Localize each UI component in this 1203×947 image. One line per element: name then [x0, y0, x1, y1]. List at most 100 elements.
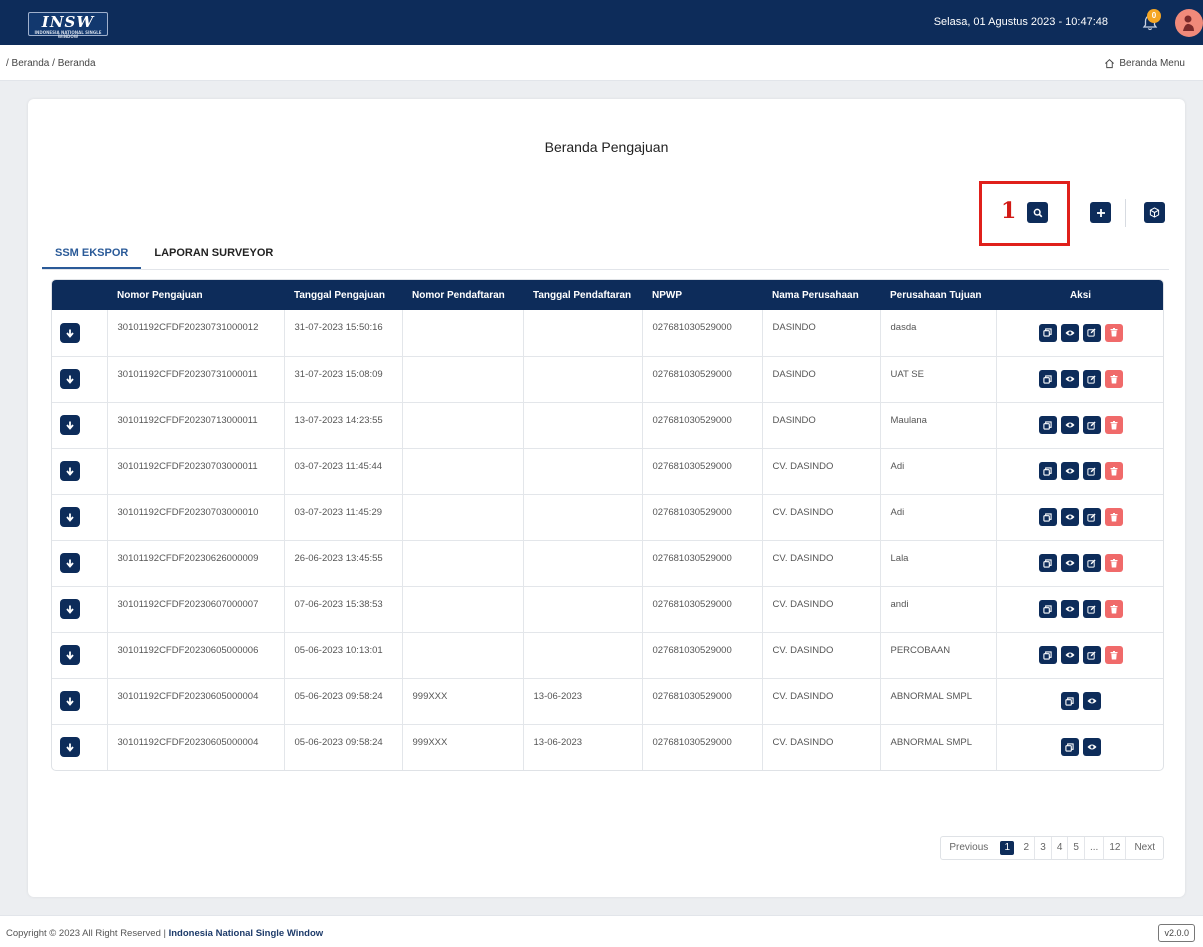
trash-icon	[1110, 558, 1118, 567]
add-button[interactable]	[1090, 202, 1111, 223]
eye-icon	[1087, 698, 1097, 704]
edit-button[interactable]	[1082, 554, 1101, 572]
copy-button[interactable]	[1038, 646, 1057, 664]
cell-aksi	[996, 724, 1163, 770]
edit-button[interactable]	[1082, 646, 1101, 664]
view-button[interactable]	[1060, 416, 1079, 434]
home-menu-link[interactable]: Beranda Menu	[1104, 58, 1185, 69]
col-header-tanggal-pengajuan[interactable]: Tanggal Pengajuan	[284, 280, 402, 310]
copy-button[interactable]	[1038, 600, 1057, 618]
pagination-page-12[interactable]: 12	[1103, 837, 1125, 859]
pagination-page-1[interactable]: 1	[1000, 841, 1015, 855]
copyright-org[interactable]: Indonesia National Single Window	[169, 928, 324, 939]
download-button[interactable]	[60, 322, 80, 343]
trash-icon	[1110, 650, 1118, 659]
download-button[interactable]	[60, 507, 80, 527]
download-button[interactable]	[60, 553, 80, 573]
copy-button[interactable]	[1038, 508, 1057, 526]
view-button[interactable]	[1060, 554, 1079, 572]
copy-button[interactable]	[1038, 370, 1057, 388]
table-row: 30101192CFDF20230703000010 03-07-2023 11:…	[52, 494, 1163, 541]
col-header-nomor-pengajuan[interactable]: Nomor Pengajuan	[107, 280, 284, 310]
cell-tanggal-pendaftaran	[523, 540, 643, 587]
download-button[interactable]	[60, 461, 80, 481]
edit-button[interactable]	[1082, 508, 1101, 526]
tab-laporan-surveyor[interactable]: LAPORAN SURVEYOR	[141, 241, 286, 269]
download-button[interactable]	[60, 415, 80, 435]
cell-nama-perusahaan: DASINDO	[762, 402, 881, 449]
download-button[interactable]	[60, 369, 80, 389]
table-row: 30101192CFDF20230626000009 26-06-2023 13:…	[52, 540, 1163, 587]
delete-button[interactable]	[1104, 416, 1123, 434]
eye-icon	[1065, 376, 1075, 382]
download-button[interactable]	[60, 737, 80, 758]
edit-icon	[1087, 604, 1096, 614]
col-header-npwp[interactable]: NPWP	[642, 280, 762, 310]
pagination-page-5[interactable]: 5	[1067, 837, 1084, 859]
copy-button[interactable]	[1038, 416, 1057, 434]
copy-icon	[1043, 374, 1052, 384]
delete-button[interactable]	[1104, 323, 1123, 342]
trash-icon	[1110, 466, 1118, 475]
annotation-highlight-box	[979, 181, 1070, 246]
col-header-perusahaan-tujuan[interactable]: Perusahaan Tujuan	[880, 280, 996, 310]
copy-icon	[1043, 512, 1052, 522]
insw-logo[interactable]: INSW INDONESIA NATIONAL SINGLE WINDOW	[28, 12, 108, 39]
delete-button[interactable]	[1104, 554, 1123, 572]
cell-nomor-pendaftaran	[402, 356, 524, 403]
copy-button[interactable]	[1038, 462, 1057, 480]
download-button[interactable]	[60, 599, 80, 619]
top-navbar: INSW INDONESIA NATIONAL SINGLE WINDOW Se…	[0, 0, 1203, 45]
view-button[interactable]	[1060, 508, 1079, 526]
copy-button[interactable]	[1060, 738, 1079, 757]
edit-button[interactable]	[1082, 462, 1101, 480]
delete-button[interactable]	[1104, 600, 1123, 618]
view-button[interactable]	[1060, 370, 1079, 388]
home-icon	[1105, 59, 1115, 69]
edit-button[interactable]	[1082, 370, 1101, 388]
cell-nomor-pendaftaran	[402, 632, 524, 679]
pagination-page-2[interactable]: 2	[1018, 837, 1034, 859]
package-button[interactable]	[1144, 202, 1165, 223]
view-button[interactable]	[1082, 738, 1101, 757]
table-row: 30101192CFDF20230731000012 31-07-2023 15:…	[52, 310, 1163, 357]
download-button[interactable]	[60, 645, 80, 665]
breadcrumb[interactable]: / Beranda / Beranda	[6, 58, 96, 69]
view-button[interactable]	[1060, 462, 1079, 480]
col-header-nomor-pendaftaran[interactable]: Nomor Pendaftaran	[402, 280, 523, 310]
delete-button[interactable]	[1104, 508, 1123, 526]
cell-nama-perusahaan: CV. DASINDO	[762, 724, 881, 770]
cell-tanggal-pengajuan: 13-07-2023 14:23:55	[284, 402, 403, 449]
col-header-nama-perusahaan[interactable]: Nama Perusahaan	[762, 280, 880, 310]
delete-button[interactable]	[1104, 370, 1123, 388]
tab-ssm-ekspor[interactable]: SSM EKSPOR	[42, 241, 142, 269]
delete-button[interactable]	[1104, 646, 1123, 664]
edit-button[interactable]	[1082, 416, 1101, 434]
download-button[interactable]	[60, 691, 80, 711]
edit-button[interactable]	[1082, 600, 1101, 618]
pagination-page-4[interactable]: 4	[1050, 837, 1068, 859]
pagination-next[interactable]: Next	[1125, 837, 1163, 859]
copy-button[interactable]	[1038, 323, 1057, 342]
cell-nama-perusahaan: CV. DASINDO	[762, 540, 881, 587]
pagination-previous[interactable]: Previous	[941, 837, 996, 859]
pagination-page-3[interactable]: 3	[1034, 837, 1051, 859]
search-button[interactable]	[1027, 202, 1048, 223]
col-header-tanggal-pendaftaran[interactable]: Tanggal Pendaftaran	[523, 280, 642, 310]
cell-tanggal-pendaftaran	[523, 494, 643, 541]
user-avatar[interactable]	[1175, 9, 1203, 37]
copy-icon	[1043, 328, 1052, 337]
cell-npwp: 027681030529000	[642, 540, 763, 587]
cell-expand	[52, 310, 108, 357]
copy-button[interactable]	[1038, 554, 1057, 572]
edit-button[interactable]	[1082, 323, 1101, 342]
view-button[interactable]	[1082, 692, 1101, 710]
view-button[interactable]	[1060, 600, 1079, 618]
view-button[interactable]	[1060, 646, 1079, 664]
delete-button[interactable]	[1104, 462, 1123, 480]
copy-button[interactable]	[1060, 692, 1079, 710]
row-actions	[1007, 508, 1156, 526]
cell-aksi	[996, 586, 1163, 633]
view-button[interactable]	[1060, 323, 1079, 342]
copy-icon	[1065, 696, 1074, 706]
